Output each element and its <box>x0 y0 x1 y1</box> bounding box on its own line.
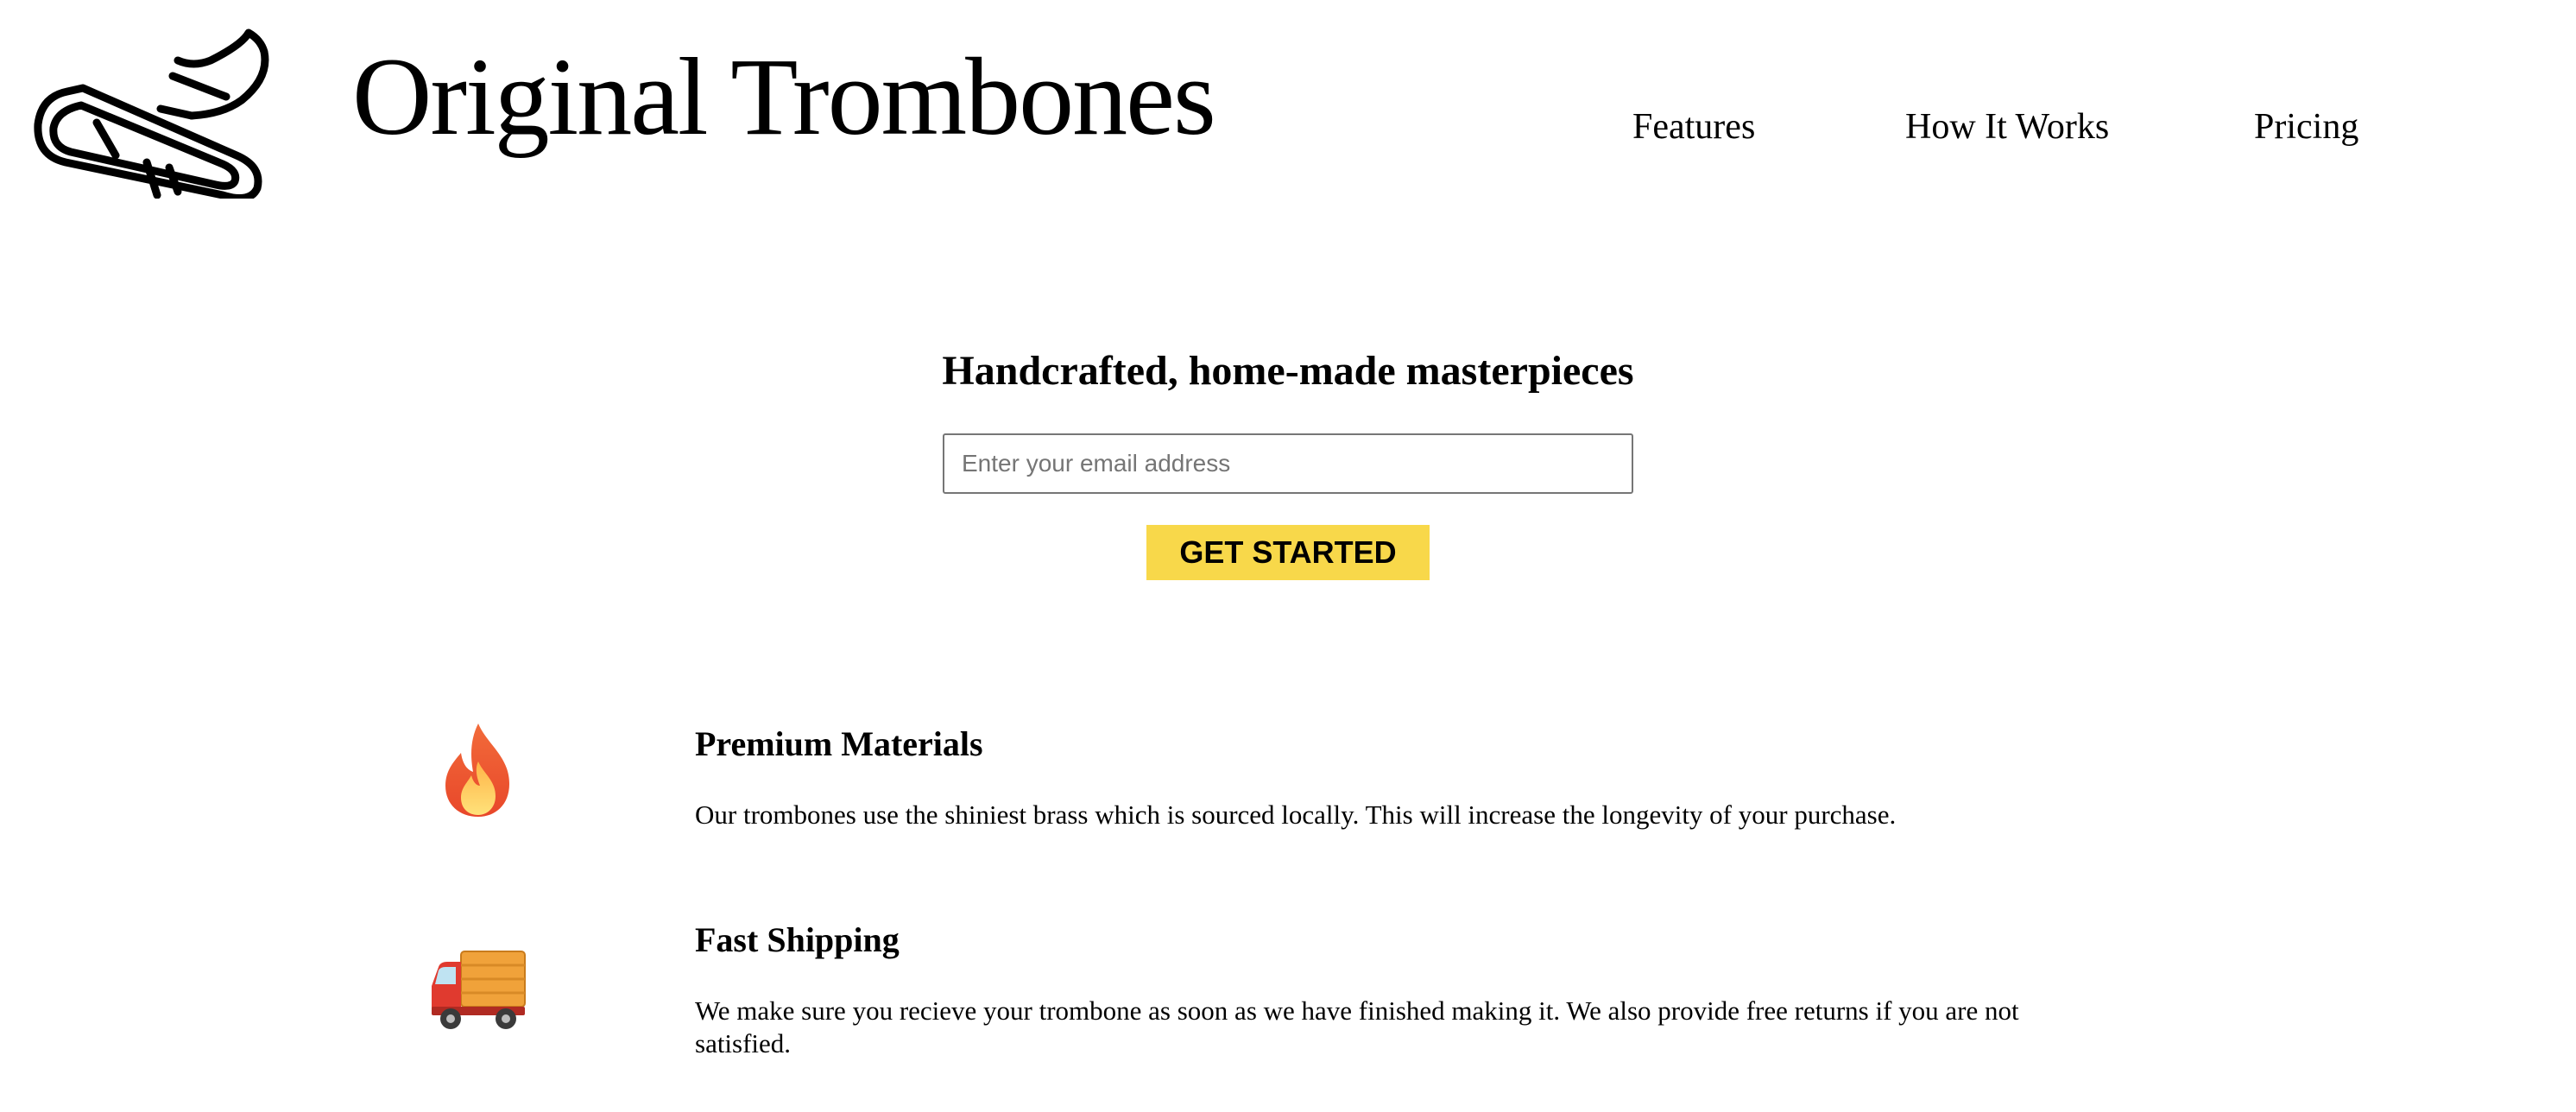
fire-icon <box>426 718 530 822</box>
nav-how-it-works-link[interactable]: How It Works <box>1905 109 2109 145</box>
site-header: Original Trombones Features How It Works… <box>0 0 2576 224</box>
nav-features-link[interactable]: Features <box>1632 109 1755 145</box>
feature-shipping-title: Fast Shipping <box>695 920 900 959</box>
delivery-truck-icon <box>426 934 530 1038</box>
hero-title: Handcrafted, home-made masterpieces <box>942 348 1634 394</box>
feature-materials-text: Our trombones use the shiniest brass whi… <box>695 799 1897 830</box>
get-started-button[interactable]: GET STARTED <box>1146 525 1430 580</box>
email-input[interactable] <box>943 433 1633 494</box>
feature-shipping-text: We make sure you recieve your trombone a… <box>695 995 2019 1058</box>
feature-materials-title: Premium Materials <box>695 724 983 763</box>
trombone-icon <box>31 26 299 203</box>
nav-pricing-link[interactable]: Pricing <box>2254 109 2358 145</box>
site-title: Original Trombones <box>352 35 1216 158</box>
